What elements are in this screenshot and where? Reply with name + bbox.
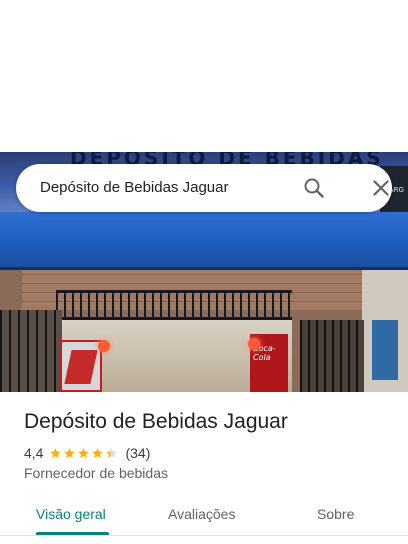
iron-grille	[56, 290, 292, 320]
red-lamp	[248, 338, 260, 350]
red-lamp	[98, 340, 110, 352]
place-category[interactable]: Fornecedor de bebidas	[24, 465, 168, 481]
tab-bar: Visão geral Avaliações Sobre	[0, 500, 408, 544]
star-icon	[50, 447, 62, 458]
star-icon	[78, 447, 90, 458]
blue-awning	[0, 212, 408, 273]
tab-overview[interactable]: Visão geral	[36, 506, 106, 522]
tab-divider	[0, 535, 408, 536]
search-input[interactable]: Depósito de Bebidas Jaguar	[40, 179, 228, 196]
tab-reviews[interactable]: Avaliações	[168, 506, 235, 522]
rating-row[interactable]: 4,4 (34)	[24, 444, 150, 462]
fridge-left	[60, 340, 102, 392]
right-gate	[300, 320, 364, 392]
rating-value: 4,4	[24, 445, 44, 461]
search-bar[interactable]: Depósito de Bebidas Jaguar	[16, 164, 392, 212]
star-icon	[92, 447, 104, 458]
star-rating	[49, 447, 119, 460]
side-panel	[362, 270, 408, 392]
star-icon	[64, 447, 76, 458]
place-page: DEPÓSITO DE BEBIDAS JAGUAR BARG Coca-Col…	[0, 0, 408, 544]
review-count[interactable]: (34)	[125, 445, 150, 461]
tab-about[interactable]: Sobre	[317, 506, 354, 522]
left-gate	[0, 310, 62, 392]
search-icon[interactable]	[302, 176, 326, 200]
place-name: Depósito de Bebidas Jaguar	[24, 410, 288, 433]
close-icon[interactable]	[369, 176, 393, 200]
star-icon	[106, 447, 118, 458]
